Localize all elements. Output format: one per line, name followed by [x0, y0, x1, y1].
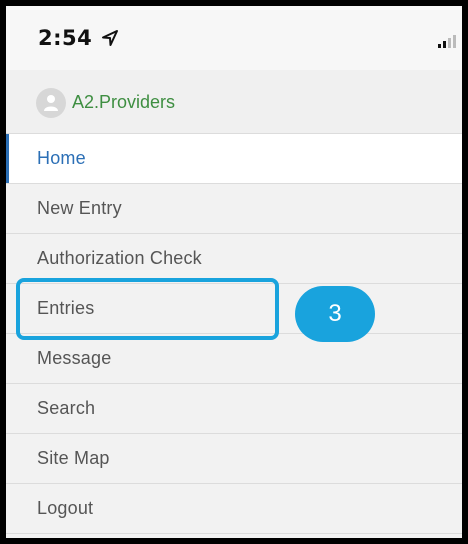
- status-time: 2:54: [38, 26, 93, 50]
- menu-item-label: Message: [37, 348, 112, 368]
- user-avatar-icon: [36, 88, 66, 118]
- menu-item-label: Authorization Check: [37, 248, 202, 268]
- status-bar: 2:54: [6, 6, 462, 70]
- step-number-badge: 3: [295, 286, 375, 342]
- menu-item-search[interactable]: Search: [6, 384, 462, 434]
- menu-item-home[interactable]: Home: [6, 134, 462, 184]
- menu-item-label: New Entry: [37, 198, 122, 218]
- menu-item-label: Logout: [37, 498, 94, 518]
- phone-screen: 2:54 A2.Providers Home New Entry Authori…: [0, 0, 468, 544]
- menu-item-label: Search: [37, 398, 96, 418]
- user-header[interactable]: A2.Providers: [6, 70, 462, 134]
- menu-item-site-map[interactable]: Site Map: [6, 434, 462, 484]
- cellular-signal-icon: [438, 35, 456, 48]
- menu-item-new-entry[interactable]: New Entry: [6, 184, 462, 234]
- menu-item-authorization-check[interactable]: Authorization Check: [6, 234, 462, 284]
- location-arrow-icon: [102, 30, 118, 46]
- menu-item-logout[interactable]: Logout: [6, 484, 462, 534]
- menu-item-label: Home: [37, 148, 86, 168]
- menu-item-label: Site Map: [37, 448, 110, 468]
- menu-item-message[interactable]: Message: [6, 334, 462, 384]
- entries-highlight-box: [16, 278, 279, 340]
- user-name: A2.Providers: [72, 92, 176, 112]
